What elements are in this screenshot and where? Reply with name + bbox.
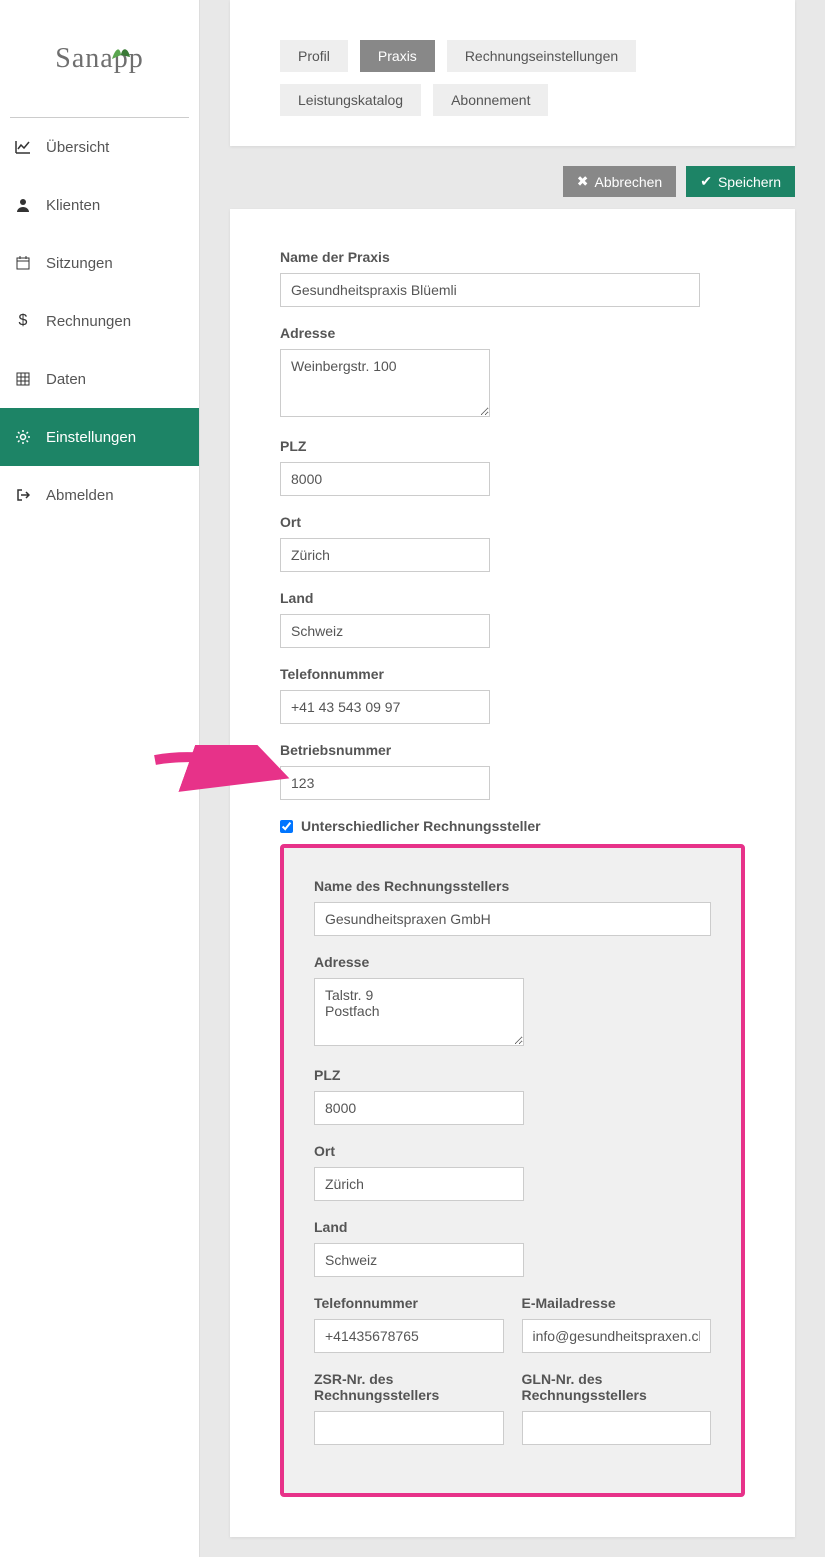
leaf-icon [110,37,132,69]
label-city: Ort [280,514,745,530]
input-practice-name[interactable] [280,273,700,307]
label-biller-country: Land [314,1219,711,1235]
main-content: Profil Praxis Rechnungseinstellungen Lei… [200,0,825,1557]
tab-abonnement[interactable]: Abonnement [433,84,548,116]
label-biller-gln: GLN-Nr. des Rechnungsstellers [522,1371,712,1403]
sidebar-item-label: Daten [46,371,86,388]
brand-logo: Sanapp [55,43,143,75]
chart-line-icon [14,138,32,156]
table-icon [14,370,32,388]
label-practice-name: Name der Praxis [280,249,745,265]
action-bar: ✖ Abbrechen ✔ Speichern [230,166,795,197]
sidebar-item-label: Klienten [46,197,100,214]
logout-icon [14,486,32,504]
input-biller-city[interactable] [314,1167,524,1201]
field-biller-name: Name des Rechnungsstellers [314,878,711,936]
form-card: Name der Praxis Adresse Weinbergstr. 100… [230,209,795,1537]
nav-list: Übersicht Klienten Sitzungen $ Rechnunge… [0,118,199,524]
label-phone: Telefonnummer [280,666,745,682]
input-zip[interactable] [280,462,490,496]
diff-biller-row: Unterschiedlicher Rechnungssteller [280,818,745,834]
logo-area: Sanapp [10,0,189,118]
calendar-icon [14,254,32,272]
label-biller-name: Name des Rechnungsstellers [314,878,711,894]
tab-profil[interactable]: Profil [280,40,348,72]
field-biller-address: Adresse Talstr. 9 Postfach [314,954,711,1049]
cancel-button[interactable]: ✖ Abbrechen [563,166,676,197]
field-city: Ort [280,514,745,572]
input-biller-email[interactable] [522,1319,712,1353]
biller-section: Name des Rechnungsstellers Adresse Talst… [280,844,745,1497]
tab-praxis[interactable]: Praxis [360,40,435,72]
checkbox-diff-biller[interactable] [280,820,293,833]
input-city[interactable] [280,538,490,572]
field-biller-phone: Telefonnummer [314,1295,504,1353]
field-practice-name: Name der Praxis [280,249,745,307]
label-zip: PLZ [280,438,745,454]
sidebar-item-label: Abmelden [46,487,114,504]
sidebar-item-sessions[interactable]: Sitzungen [0,234,199,292]
field-biller-email: E-Mailadresse [522,1295,712,1353]
sidebar: Sanapp Übersicht Klienten Sitzungen $ Re… [0,0,200,1557]
input-biller-zsr[interactable] [314,1411,504,1445]
label-biller-email: E-Mailadresse [522,1295,712,1311]
field-biller-country: Land [314,1219,711,1277]
input-country[interactable] [280,614,490,648]
sidebar-item-label: Einstellungen [46,429,136,446]
label-biller-zsr: ZSR-Nr. des Rechnungsstellers [314,1371,504,1403]
label-biller-city: Ort [314,1143,711,1159]
check-icon: ✔ [700,173,712,190]
dollar-icon: $ [14,312,32,330]
sidebar-item-clients[interactable]: Klienten [0,176,199,234]
sidebar-item-data[interactable]: Daten [0,350,199,408]
input-biller-country[interactable] [314,1243,524,1277]
label-opnum: Betriebsnummer [280,742,745,758]
input-biller-phone[interactable] [314,1319,504,1353]
field-phone: Telefonnummer [280,666,745,724]
user-icon [14,196,32,214]
input-biller-name[interactable] [314,902,711,936]
field-address: Adresse Weinbergstr. 100 [280,325,745,420]
field-zip: PLZ [280,438,745,496]
input-biller-gln[interactable] [522,1411,712,1445]
sidebar-item-label: Sitzungen [46,255,113,272]
field-opnum: Betriebsnummer [280,742,745,800]
textarea-address[interactable]: Weinbergstr. 100 [280,349,490,417]
save-button[interactable]: ✔ Speichern [686,166,795,197]
tab-rechnungseinstellungen[interactable]: Rechnungseinstellungen [447,40,636,72]
field-biller-zip: PLZ [314,1067,711,1125]
label-biller-phone: Telefonnummer [314,1295,504,1311]
field-country: Land [280,590,745,648]
sidebar-item-label: Rechnungen [46,313,131,330]
input-phone[interactable] [280,690,490,724]
sidebar-item-label: Übersicht [46,139,109,156]
field-biller-city: Ort [314,1143,711,1201]
label-diff-biller: Unterschiedlicher Rechnungssteller [301,818,541,834]
close-icon: ✖ [577,173,589,190]
label-biller-address: Adresse [314,954,711,970]
save-label: Speichern [718,174,781,190]
sidebar-item-overview[interactable]: Übersicht [0,118,199,176]
biller-row-phone-email: Telefonnummer E-Mailadresse [314,1295,711,1371]
tab-leistungskatalog[interactable]: Leistungskatalog [280,84,421,116]
label-biller-zip: PLZ [314,1067,711,1083]
sidebar-item-settings[interactable]: Einstellungen [0,408,199,466]
sidebar-item-invoices[interactable]: $ Rechnungen [0,292,199,350]
biller-row-zsr-gln: ZSR-Nr. des Rechnungsstellers GLN-Nr. de… [314,1371,711,1463]
cancel-label: Abbrechen [595,174,663,190]
sidebar-item-logout[interactable]: Abmelden [0,466,199,524]
input-biller-zip[interactable] [314,1091,524,1125]
gear-icon [14,428,32,446]
input-opnum[interactable] [280,766,490,800]
tabs-card: Profil Praxis Rechnungseinstellungen Lei… [230,0,795,146]
label-country: Land [280,590,745,606]
label-address: Adresse [280,325,745,341]
textarea-biller-address[interactable]: Talstr. 9 Postfach [314,978,524,1046]
